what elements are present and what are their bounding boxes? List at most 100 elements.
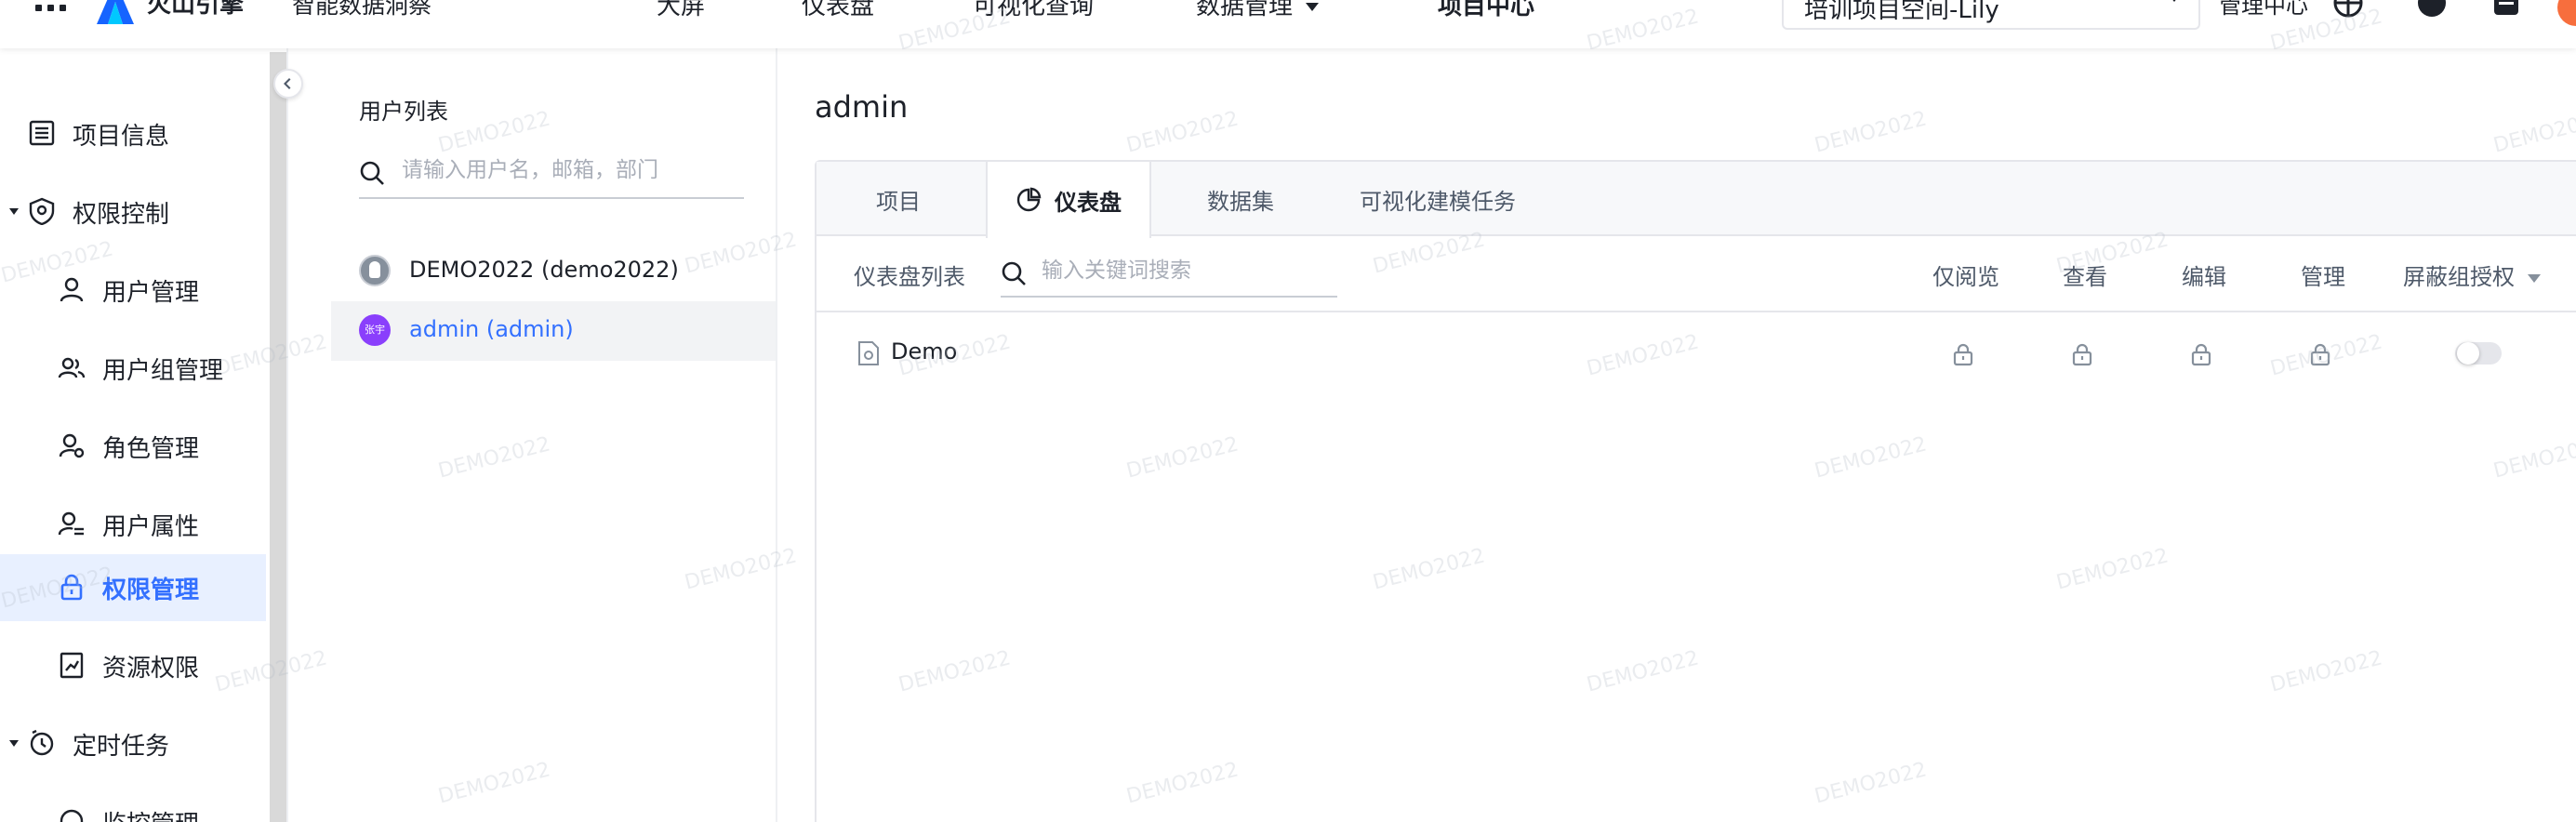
permission-card: 项目 仪表盘 数据集 可视化建模任务 仪表盘列表 仅阅览 查看 <box>815 160 2576 822</box>
table-row[interactable]: Demo <box>817 312 2576 392</box>
workspace-name: 培训项目空间-Lily <box>1804 0 1999 24</box>
message-icon[interactable] <box>2490 0 2522 19</box>
caret-down-icon <box>2528 273 2541 283</box>
page-title: admin <box>815 89 909 125</box>
tab-dataset[interactable]: 数据集 <box>1207 162 1274 236</box>
sidebar-item-user-group-management[interactable]: 用户组管理 <box>0 335 266 402</box>
user-search-input[interactable] <box>402 154 737 186</box>
nav-data-management-label: 数据管理 <box>1196 0 1294 20</box>
user-name: DEMO2022 (demo2022) <box>409 257 679 283</box>
dashboard-list-toolbar: 仪表盘列表 仅阅览 查看 编辑 管理 屏蔽组授权 <box>817 236 2576 312</box>
volcano-logo-icon <box>97 0 134 24</box>
column-header-block-group-auth[interactable]: 屏蔽组授权 <box>2403 259 2541 291</box>
nav-dashboard[interactable]: 仪表盘 <box>802 0 874 21</box>
sidebar-item-label: 权限控制 <box>73 200 170 229</box>
list-icon <box>29 120 55 146</box>
sidebar-item-project-info[interactable]: 项目信息 <box>0 100 266 167</box>
left-sidebar: 项目信息 权限控制 用户管理 用户组管理 角色管理 用户属性 权限管理 资源权限… <box>0 48 266 822</box>
pie-chart-icon <box>1016 187 1042 212</box>
sidebar-group-scheduled-task[interactable]: 定时任务 <box>0 710 266 777</box>
column-header-edit: 编辑 <box>2182 264 2226 290</box>
sidebar-item-user-management[interactable]: 用户管理 <box>0 257 266 324</box>
user-icon <box>60 277 84 302</box>
sidebar-item-label: 资源权限 <box>102 654 200 683</box>
column-header-manage: 管理 <box>2301 264 2345 290</box>
user-search <box>359 145 744 199</box>
caret-down-icon <box>9 208 19 215</box>
search-icon <box>360 161 384 185</box>
sidebar-item-role-management[interactable]: 角色管理 <box>0 413 266 480</box>
lock-icon[interactable] <box>2310 342 2330 366</box>
sidebar-item-label: 权限管理 <box>102 576 200 604</box>
monitor-icon <box>60 809 84 822</box>
user-group-icon <box>58 357 86 378</box>
sidebar-item-resource-permission[interactable]: 资源权限 <box>0 632 266 699</box>
tab-bar: 项目 仪表盘 数据集 可视化建模任务 <box>817 162 2576 238</box>
brand-name: 火山引擎 <box>147 0 245 19</box>
tab-dashboard[interactable]: 仪表盘 <box>986 162 1151 238</box>
sidebar-scrollbar[interactable] <box>270 52 286 822</box>
collapse-sidebar-button[interactable] <box>273 69 303 99</box>
user-list-item-selected[interactable]: 张宇 admin (admin) <box>331 301 776 361</box>
block-group-auth-toggle[interactable] <box>2455 342 2502 365</box>
user-avatar[interactable] <box>2557 0 2576 26</box>
sidebar-item-label: 用户管理 <box>102 278 200 307</box>
user-attribute-icon <box>58 511 84 536</box>
sidebar-item-user-attribute[interactable]: 用户属性 <box>0 491 266 558</box>
sidebar-item-label: 项目信息 <box>73 122 170 151</box>
sidebar-item-label: 监控管理 <box>102 805 199 822</box>
column-header-label: 屏蔽组授权 <box>2403 264 2515 290</box>
lock-icon[interactable] <box>2072 342 2092 366</box>
watermark: DEMO2022 <box>2490 107 2576 158</box>
lock-icon <box>60 574 83 601</box>
sidebar-item-label: 角色管理 <box>102 434 200 463</box>
nav-big-screen[interactable]: 大屏 <box>657 0 705 21</box>
tab-project[interactable]: 项目 <box>876 162 921 236</box>
watermark: DEMO2022 <box>1123 107 1242 158</box>
avatar <box>359 255 391 286</box>
sidebar-item-label: 定时任务 <box>73 732 170 761</box>
resource-icon <box>60 652 84 679</box>
management-center-link[interactable]: 管理中心 <box>2219 0 2308 20</box>
user-list-panel: 用户列表 DEMO2022 (demo2022) 张宇 admin (admin… <box>331 48 776 822</box>
chevron-down-icon <box>1306 3 1320 11</box>
sidebar-item-label: 用户属性 <box>102 512 200 541</box>
divider <box>286 48 288 822</box>
caret-down-icon <box>9 740 19 747</box>
sidebar-item-permission-management[interactable]: 权限管理 <box>0 554 266 621</box>
lock-icon[interactable] <box>2191 342 2211 366</box>
sidebar-item-monitor-management[interactable]: 监控管理 <box>0 789 266 822</box>
user-gear-icon <box>59 433 85 458</box>
column-header-read-only: 仅阅览 <box>1932 264 1999 290</box>
product-name: 智能数据洞察 <box>292 0 432 19</box>
keyword-search <box>1001 249 1337 298</box>
nav-project-center[interactable]: 项目中心 <box>1438 0 1534 21</box>
tab-dashboard-label: 仪表盘 <box>1055 189 1122 216</box>
sidebar-item-label: 用户组管理 <box>102 356 224 385</box>
lock-icon[interactable] <box>1953 342 1973 366</box>
divider <box>776 48 777 822</box>
workspace-selector[interactable]: 培训项目空间-Lily <box>1782 0 2200 30</box>
avatar: 张宇 <box>359 314 391 346</box>
search-icon <box>1002 261 1026 285</box>
dashboard-name: Demo <box>891 338 958 365</box>
user-list-title: 用户列表 <box>359 99 448 125</box>
nav-visual-query[interactable]: 可视化查询 <box>973 0 1094 21</box>
help-icon[interactable] <box>2416 0 2448 19</box>
app-window: 火山引擎 智能数据洞察 大屏 仪表盘 可视化查询 数据管理 项目中心 培训项目空… <box>0 0 2576 822</box>
dashboard-file-icon <box>858 341 879 365</box>
shield-icon <box>29 197 55 225</box>
sidebar-group-permission-control[interactable]: 权限控制 <box>0 179 266 245</box>
watermark: DEMO2022 <box>1812 107 1930 158</box>
column-header-view: 查看 <box>2063 264 2107 290</box>
apps-grid-icon[interactable] <box>35 0 67 15</box>
keyword-search-input[interactable] <box>1042 255 1330 286</box>
top-navigation-bar: 火山引擎 智能数据洞察 大屏 仪表盘 可视化查询 数据管理 项目中心 培训项目空… <box>0 0 2576 48</box>
user-list-item[interactable]: DEMO2022 (demo2022) <box>331 242 776 301</box>
globe-icon[interactable] <box>2332 0 2364 19</box>
tab-visual-modeling-task[interactable]: 可视化建模任务 <box>1360 162 1516 236</box>
user-name: admin (admin) <box>409 316 574 342</box>
chevron-down-icon <box>2167 0 2182 2</box>
nav-data-management[interactable]: 数据管理 <box>1196 0 1320 21</box>
dashboard-list-label: 仪表盘列表 <box>854 264 965 290</box>
